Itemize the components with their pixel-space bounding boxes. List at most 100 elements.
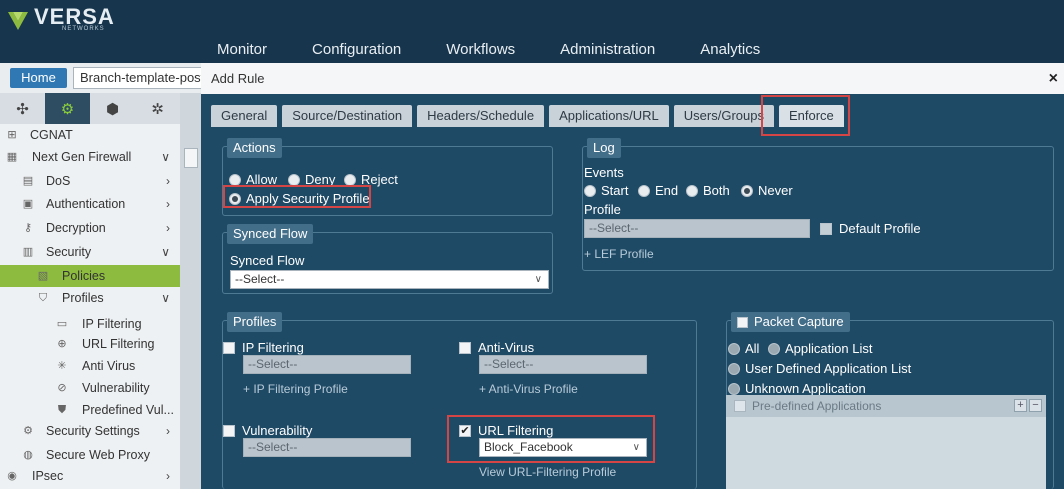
radio-capture-application-list[interactable]: Application List bbox=[768, 341, 872, 356]
vulnerability-checkbox[interactable]: Vulnerability bbox=[223, 423, 312, 438]
sidebar-item-decryption[interactable]: ⚷ Decryption › bbox=[0, 217, 180, 239]
sidebar-item-profiles[interactable]: ⛉ Profiles ∨ bbox=[0, 287, 180, 309]
tab-applications-url[interactable]: Applications/URL bbox=[549, 105, 669, 127]
content-edge bbox=[180, 93, 201, 489]
vulnerability-select[interactable]: --Select-- bbox=[243, 438, 411, 457]
radio-event-end[interactable]: End bbox=[638, 183, 678, 198]
chevron-right-icon[interactable]: › bbox=[166, 170, 170, 192]
profiles-group: Profiles IP Filtering --Select-- + IP Fi… bbox=[222, 312, 697, 489]
list-header-label: Pre-defined Applications bbox=[752, 399, 882, 413]
radio-label: All bbox=[745, 341, 760, 356]
radio-label: Both bbox=[703, 183, 730, 198]
radio-event-never[interactable]: Never bbox=[741, 183, 793, 198]
chevron-right-icon[interactable]: › bbox=[166, 420, 170, 442]
radio-capture-unknown[interactable]: Unknown Application bbox=[728, 381, 866, 396]
radio-label: Application List bbox=[785, 341, 873, 356]
sidebar-item-security[interactable]: ▥ Security ∨ bbox=[0, 241, 180, 263]
checkbox-label: IP Filtering bbox=[242, 340, 304, 355]
synced-flow-group: Synced Flow Synced Flow --Select-- ∨ bbox=[222, 224, 553, 294]
tab-users-groups[interactable]: Users/Groups bbox=[673, 105, 774, 127]
nav-monitor[interactable]: Monitor bbox=[217, 41, 267, 58]
synced-flow-label: Synced Flow bbox=[230, 253, 305, 268]
sidebar-item-security-settings[interactable]: ⚙ Security Settings › bbox=[0, 420, 180, 442]
ip-filtering-icon: ▭ bbox=[56, 318, 68, 330]
actions-title: Actions bbox=[227, 138, 282, 158]
sidebar-item-label: CGNAT bbox=[30, 128, 73, 142]
packet-capture-title[interactable]: Packet Capture bbox=[731, 312, 850, 332]
sidebar-item-next-gen-firewall[interactable]: ▦ Next Gen Firewall ∨ bbox=[0, 146, 180, 168]
ip-filtering-select[interactable]: --Select-- bbox=[243, 355, 411, 374]
add-anti-virus-profile-link[interactable]: + Anti-Virus Profile bbox=[479, 382, 578, 396]
radio-event-both[interactable]: Both bbox=[686, 183, 730, 198]
breadcrumb-tab[interactable]: Branch-template-post bbox=[73, 67, 213, 89]
chevron-down-icon[interactable]: ∨ bbox=[161, 146, 170, 168]
collapse-handle[interactable] bbox=[184, 148, 198, 168]
nav-configuration[interactable]: Configuration bbox=[312, 41, 401, 58]
cgnat-icon: ⊞ bbox=[7, 129, 17, 141]
sidebar-item-label: Security Settings bbox=[46, 424, 140, 438]
anti-virus-checkbox[interactable]: Anti-Virus bbox=[459, 340, 534, 355]
sidebar-item-ip-filtering[interactable]: ▭ IP Filtering bbox=[0, 313, 180, 335]
top-header: VERSA NETWORKS Monitor Configuration Wor… bbox=[0, 0, 1064, 63]
tab-general[interactable]: General bbox=[211, 105, 278, 127]
sidebar-item-url-filtering[interactable]: ⊕ URL Filtering bbox=[0, 333, 180, 355]
cube-icon[interactable]: ⬢ bbox=[90, 93, 135, 124]
profiles-title: Profiles bbox=[227, 312, 283, 332]
radio-label: End bbox=[655, 183, 679, 198]
radio-label: Unknown Application bbox=[745, 381, 866, 396]
add-lef-profile-link[interactable]: + LEF Profile bbox=[584, 247, 654, 261]
sidebar-item-cgnat[interactable]: ⊞ CGNAT bbox=[0, 124, 180, 146]
chevron-right-icon[interactable]: › bbox=[166, 465, 170, 487]
radio-event-start[interactable]: Start bbox=[584, 183, 628, 198]
chevron-right-icon[interactable]: › bbox=[166, 217, 170, 239]
radio-label: User Defined Application List bbox=[745, 361, 912, 376]
nav-workflows[interactable]: Workflows bbox=[446, 41, 515, 58]
sidebar-item-anti-virus[interactable]: ✳ Anti Virus bbox=[0, 355, 180, 377]
list-header: Pre-defined Applications + − bbox=[726, 395, 1046, 417]
sidebar-item-dos[interactable]: ▤ DoS › bbox=[0, 170, 180, 192]
sidebar-item-authentication[interactable]: ▣ Authentication › bbox=[0, 193, 180, 215]
tab-headers-schedule[interactable]: Headers/Schedule bbox=[417, 105, 545, 127]
default-profile-checkbox[interactable]: Default Profile bbox=[820, 221, 921, 236]
sidebar-item-label: Predefined Vul... bbox=[82, 403, 174, 417]
home-button[interactable]: Home bbox=[10, 68, 67, 88]
sidebar-item-label: IPsec bbox=[32, 469, 64, 483]
sidebar-item-vulnerability[interactable]: ⊘ Vulnerability bbox=[0, 377, 180, 399]
dialog-header: Add Rule × bbox=[201, 63, 1064, 94]
select-value: --Select-- bbox=[589, 221, 639, 235]
predefined-vulnerability-icon: ⛊ bbox=[57, 404, 67, 416]
add-ip-filtering-profile-link[interactable]: + IP Filtering Profile bbox=[243, 382, 348, 396]
chevron-down-icon: ∨ bbox=[534, 274, 542, 285]
sidebar-item-predefined-vulnerability[interactable]: ⛊ Predefined Vul... bbox=[0, 399, 180, 421]
log-profile-select[interactable]: --Select-- bbox=[584, 219, 810, 238]
radio-capture-user-defined[interactable]: User Defined Application List bbox=[728, 361, 911, 376]
chevron-down-icon[interactable]: ∨ bbox=[161, 287, 170, 309]
sidebar-item-label: Vulnerability bbox=[82, 381, 150, 395]
add-icon[interactable]: + bbox=[1014, 399, 1027, 412]
highlight-apply-security-profile bbox=[223, 185, 371, 208]
chevron-down-icon[interactable]: ∨ bbox=[161, 241, 170, 263]
select-all-checkbox[interactable] bbox=[734, 400, 746, 412]
predefined-applications-list[interactable]: Pre-defined Applications + − bbox=[726, 395, 1046, 489]
sidebar-item-secure-web-proxy[interactable]: ◍ Secure Web Proxy bbox=[0, 444, 180, 466]
chevron-right-icon[interactable]: › bbox=[166, 193, 170, 215]
packet-capture-checkbox[interactable] bbox=[737, 316, 748, 328]
radio-capture-all[interactable]: All bbox=[728, 341, 759, 356]
network-icon[interactable]: ✣ bbox=[0, 93, 45, 124]
gear-icon[interactable]: ⚙ bbox=[45, 93, 90, 124]
url-filtering-icon: ⊕ bbox=[57, 338, 67, 350]
nav-administration[interactable]: Administration bbox=[560, 41, 655, 58]
settings-cog-icon[interactable]: ✲ bbox=[135, 93, 180, 124]
radio-label: Start bbox=[601, 183, 629, 198]
tab-source-destination[interactable]: Source/Destination bbox=[282, 105, 413, 127]
sidebar-item-policies[interactable]: ▧ Policies bbox=[0, 265, 180, 287]
synced-flow-select[interactable]: --Select-- ∨ bbox=[230, 270, 549, 289]
anti-virus-select[interactable]: --Select-- bbox=[479, 355, 647, 374]
sidebar-item-ipsec[interactable]: ◉ IPsec › bbox=[0, 465, 180, 487]
remove-icon[interactable]: − bbox=[1029, 399, 1042, 412]
view-url-filtering-profile-link[interactable]: View URL-Filtering Profile bbox=[479, 465, 616, 479]
security-settings-icon: ⚙ bbox=[23, 425, 33, 437]
ip-filtering-checkbox[interactable]: IP Filtering bbox=[223, 340, 304, 355]
close-icon[interactable]: × bbox=[1049, 63, 1058, 94]
nav-analytics[interactable]: Analytics bbox=[700, 41, 760, 58]
